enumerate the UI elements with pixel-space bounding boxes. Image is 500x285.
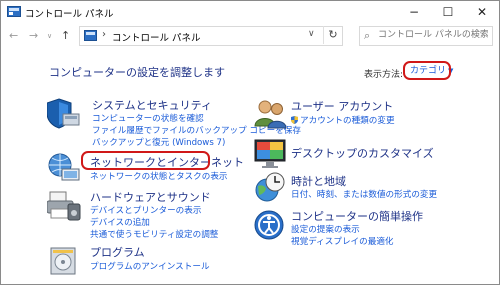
network-internet-title[interactable]: ネットワークとインターネット	[90, 154, 244, 170]
control-panel-small-icon	[84, 30, 97, 41]
system-security-title[interactable]: システムとセキュリティ	[92, 97, 212, 113]
hardware-link-3[interactable]: 共通で使うモビリティ設定の調整	[90, 228, 218, 240]
ease-of-access-title[interactable]: コンピューターの簡単操作	[291, 208, 423, 224]
system-link-1[interactable]: コンピューターの状態を確認	[92, 112, 204, 124]
ease-link-1[interactable]: 設定の提案の表示	[291, 223, 360, 235]
window-title: コントロール パネル	[25, 9, 114, 20]
minimize-button[interactable]: −	[397, 1, 431, 23]
programs-link-1[interactable]: プログラムのアンインストール	[90, 260, 210, 272]
refresh-button[interactable]: ↻	[323, 26, 342, 44]
network-link-1[interactable]: ネットワークの状態とタスクの表示	[90, 170, 228, 182]
search-icon: ⌕	[364, 29, 371, 42]
appearance-title[interactable]: デスクトップのカスタマイズ	[291, 145, 434, 161]
users-link-1-text: アカウントの種類の変更	[300, 116, 395, 126]
printer-icon	[47, 191, 81, 221]
ease-link-2[interactable]: 視覚ディスプレイの最適化	[291, 235, 394, 247]
chevron-down-icon: ▼	[448, 67, 454, 75]
recent-dropdown-icon[interactable]: ∨	[47, 32, 52, 40]
users-icon	[254, 100, 287, 129]
breadcrumb-separator: ›	[102, 29, 106, 40]
page-title: コンピューターの設定を調整します	[49, 66, 225, 79]
search-box[interactable]: ⌕	[359, 26, 493, 46]
shield-icon	[47, 98, 80, 129]
system-link-3[interactable]: バックアップと復元 (Windows 7)	[92, 136, 225, 148]
title-bar: コントロール パネル − ☐ ✕	[1, 1, 499, 23]
clock-region-title[interactable]: 時計と地域	[291, 173, 346, 189]
back-button[interactable]: ←	[9, 29, 18, 42]
control-panel-icon	[7, 6, 21, 17]
control-panel-window: コントロール パネル − ☐ ✕ ← → ∨ ↑ › コントロール パネル ∨ …	[0, 0, 500, 285]
breadcrumb-control-panel[interactable]: コントロール パネル	[112, 30, 201, 44]
programs-title[interactable]: プログラム	[90, 244, 145, 260]
network-globe-icon	[48, 153, 80, 181]
hardware-link-1[interactable]: デバイスとプリンターの表示	[90, 204, 201, 216]
user-accounts-title[interactable]: ユーザー アカウント	[291, 98, 393, 114]
desktop-customize-icon	[254, 139, 286, 168]
close-button[interactable]: ✕	[465, 1, 499, 23]
forward-button[interactable]: →	[29, 29, 38, 42]
users-link-1[interactable]: アカウントの種類の変更	[291, 114, 395, 126]
uac-shield-icon	[291, 116, 298, 124]
address-dropdown-icon[interactable]: ∨	[308, 29, 315, 39]
maximize-button[interactable]: ☐	[431, 1, 465, 23]
view-by-label: 表示方法:	[364, 70, 404, 80]
clock-globe-icon	[255, 172, 285, 202]
search-input[interactable]	[378, 28, 488, 42]
view-by-dropdown[interactable]: カテゴリ ▼	[406, 64, 457, 78]
programs-disc-icon	[50, 247, 76, 275]
clock-link-1[interactable]: 日付、時刻、または数値の形式の変更	[291, 188, 437, 200]
ease-of-access-icon	[254, 210, 284, 240]
view-by-value: カテゴリ	[410, 66, 447, 76]
hardware-sound-title[interactable]: ハードウェアとサウンド	[90, 189, 211, 205]
hardware-link-2[interactable]: デバイスの追加	[90, 216, 150, 228]
address-bar[interactable]: › コントロール パネル ∨	[79, 26, 343, 46]
up-button[interactable]: ↑	[61, 29, 70, 42]
